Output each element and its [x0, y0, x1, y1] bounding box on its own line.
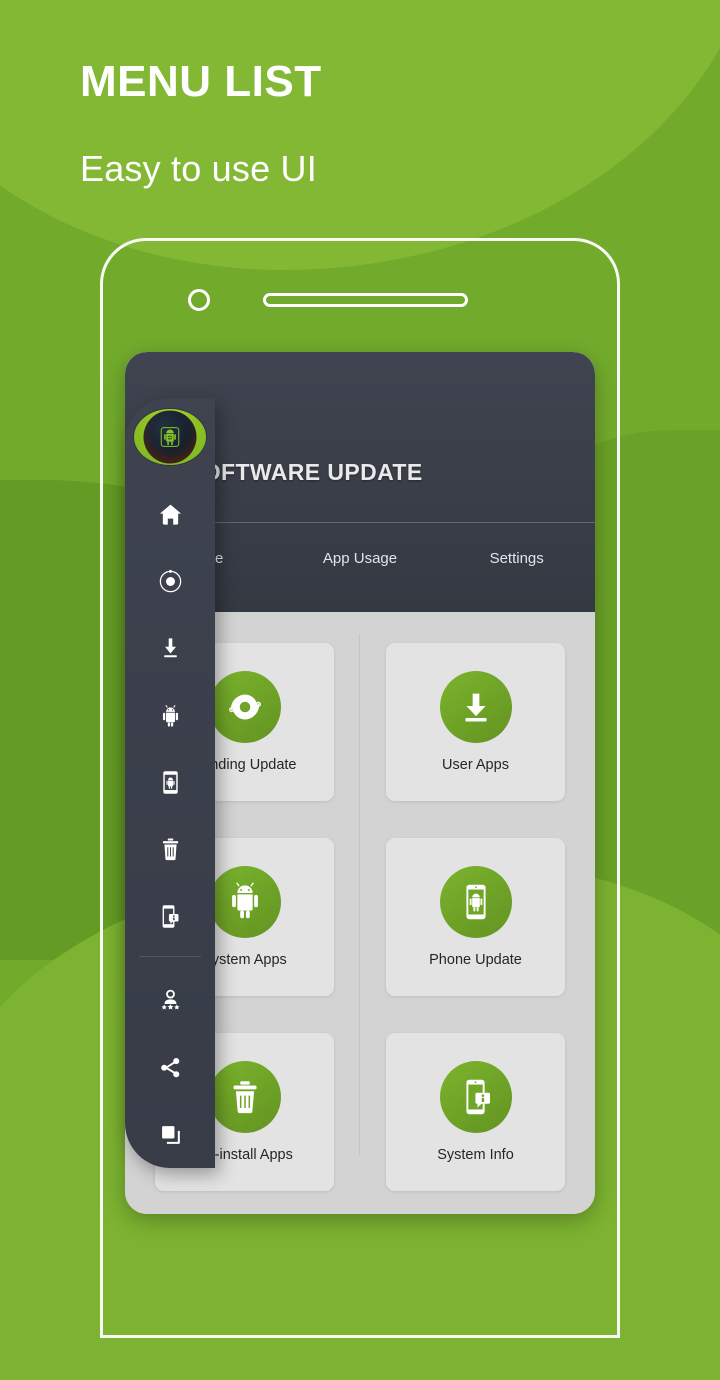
android-update-logo-icon[interactable] [134, 409, 206, 465]
sidebar-item-rate-us[interactable] [125, 967, 215, 1034]
sidebar-item-home[interactable] [125, 481, 215, 548]
tab-app-usage[interactable]: App Usage [282, 550, 439, 567]
sidebar-item-uninstall-apps[interactable] [125, 816, 215, 883]
phone-android-icon [162, 771, 178, 794]
drawer-divider [139, 956, 201, 957]
sidebar-item-system-info[interactable] [125, 883, 215, 950]
home-icon [159, 504, 181, 525]
download-icon [163, 638, 177, 658]
phone-info-icon [162, 905, 178, 928]
tab-settings[interactable]: Settings [438, 550, 595, 567]
rate-star-person-icon [161, 989, 179, 1010]
app-bar-divider [187, 522, 595, 523]
pending-update-icon [159, 569, 181, 593]
android-robot-icon [208, 865, 281, 938]
tile-label: Phone Update [429, 951, 522, 968]
android-robot-icon [162, 705, 178, 727]
app-bar-title: SOFTWARE UPDATE [187, 459, 423, 485]
tile-user-apps[interactable]: User Apps [386, 642, 565, 801]
pending-update-icon [208, 670, 281, 743]
tile-label: User Apps [442, 756, 509, 773]
trash-icon [208, 1060, 281, 1133]
phone-speaker-icon [263, 293, 468, 307]
download-icon [439, 670, 512, 743]
drawer-item-list [125, 481, 215, 1168]
sidebar-item-user-apps[interactable] [125, 615, 215, 682]
tile-label: System Info [437, 1146, 514, 1163]
sidebar-item-system-apps[interactable] [125, 682, 215, 749]
page-title: MENU LIST [80, 57, 322, 106]
phone-camera-icon [188, 289, 210, 311]
trash-icon [162, 838, 178, 861]
headline-block: MENU LIST Easy to use UI [80, 57, 322, 190]
navigation-drawer [125, 398, 215, 1168]
sidebar-item-phone-update[interactable] [125, 749, 215, 816]
more-apps-icon [161, 1126, 180, 1144]
tile-phone-update[interactable]: Phone Update [386, 837, 565, 996]
sidebar-item-share[interactable] [125, 1034, 215, 1101]
phone-info-icon [439, 1060, 512, 1133]
tile-system-info[interactable]: System Info [386, 1032, 565, 1191]
page-subtitle: Easy to use UI [80, 148, 317, 190]
sidebar-item-pending-update[interactable] [125, 548, 215, 615]
share-icon [160, 1058, 179, 1078]
sidebar-item-more-apps[interactable] [125, 1101, 215, 1168]
phone-android-icon [439, 865, 512, 938]
